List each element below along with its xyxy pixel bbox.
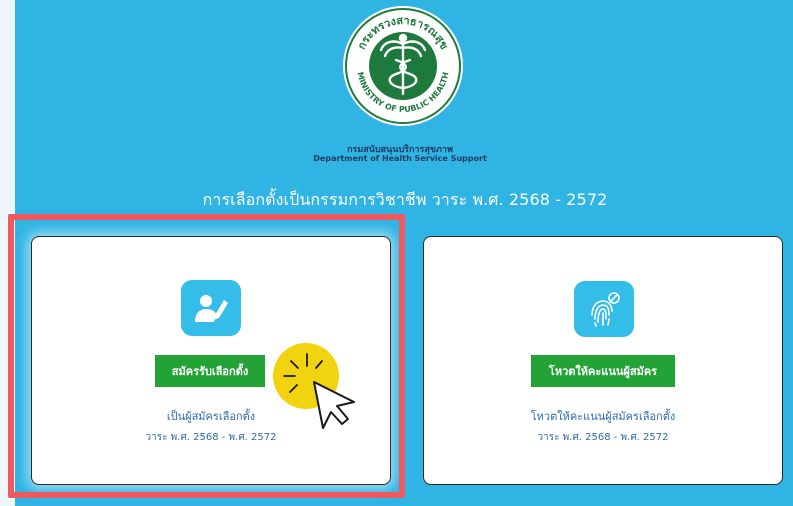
- vote-card[interactable]: โหวตให้คะแนนผู้สมัคร โหวตให้คะแนนผู้สมัค…: [423, 236, 783, 485]
- page-title: การเลือกตั้งเป็นกรรมการวิชาชีพ วาระ พ.ศ.…: [202, 190, 608, 209]
- click-cursor-icon: [273, 343, 355, 429]
- vote-term: วาระ พ.ศ. 2568 - พ.ศ. 2572: [537, 432, 669, 443]
- department-name-english: Department of Health Service Support: [313, 154, 487, 163]
- vote-description: โหวตให้คะแนนผู้สมัครเลือกตั้ง: [530, 410, 676, 423]
- ministry-seal-logo: กระทรวงสาธารณสุข MINISTRY OF PUBLIC HEAL…: [343, 6, 463, 126]
- fingerprint-icon: [574, 281, 634, 337]
- vote-for-candidate-button[interactable]: โหวตให้คะแนนผู้สมัคร: [531, 355, 675, 387]
